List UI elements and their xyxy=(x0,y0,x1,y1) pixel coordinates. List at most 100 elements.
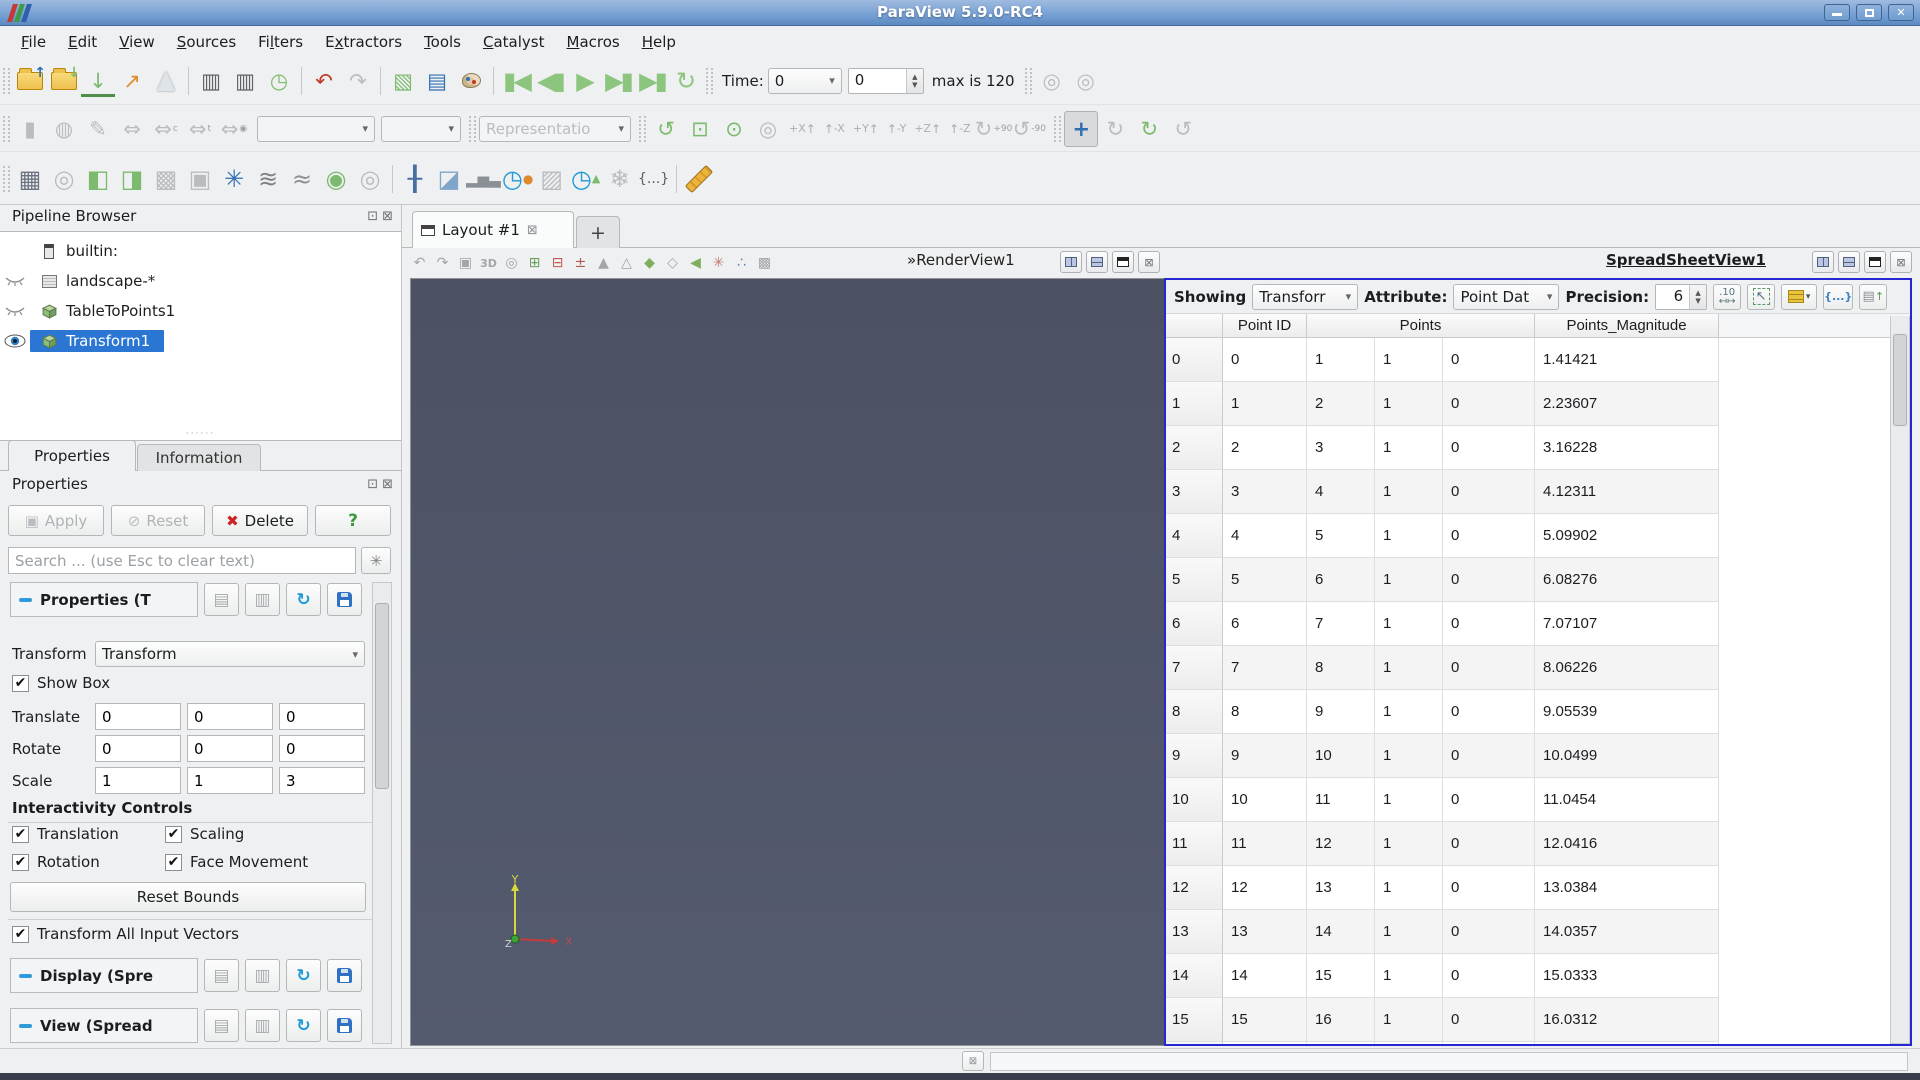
table-cell[interactable]: 6.08276 xyxy=(1535,558,1719,602)
section-properties-header[interactable]: Properties (T xyxy=(10,582,198,617)
scroll-down-icon[interactable] xyxy=(373,1027,391,1043)
table-cell[interactable]: 15.0333 xyxy=(1535,954,1719,998)
scale-z-field[interactable] xyxy=(279,767,365,794)
contour-filter-button[interactable]: ◎ xyxy=(47,158,81,200)
table-cell[interactable]: 9 xyxy=(1223,734,1307,778)
table-cell[interactable]: 0 xyxy=(1443,338,1535,382)
table-cell[interactable]: 0 xyxy=(1443,558,1535,602)
table-cell[interactable]: 0 xyxy=(1443,910,1535,954)
zoom-to-box-button[interactable]: ◎ xyxy=(1035,63,1069,99)
threshold-filter-button[interactable]: ▩ xyxy=(149,158,183,200)
table-cell[interactable]: 0 xyxy=(1443,998,1535,1042)
toggle-column-visibility-button[interactable]: ▾ xyxy=(1781,284,1817,310)
visibility-open-eye-icon[interactable] xyxy=(0,334,30,348)
table-cell[interactable]: 13.0384 xyxy=(1535,866,1719,910)
paste-view-button[interactable]: ▥ xyxy=(245,1009,280,1042)
color-legend-button[interactable]: ◍ xyxy=(47,111,81,147)
save-display-button[interactable] xyxy=(327,959,362,992)
frame-spinbox[interactable]: 0 ▲▼ xyxy=(848,68,924,94)
table-cell[interactable]: 0 xyxy=(1443,646,1535,690)
table-row[interactable]: 556106.08276 xyxy=(1166,558,1910,602)
rescale-data-range-button[interactable]: ⇔ xyxy=(115,111,149,147)
close-view-button[interactable]: ⊠ xyxy=(1890,251,1912,273)
table-cell[interactable]: 14.0357 xyxy=(1535,910,1719,954)
table-cell[interactable]: 1 xyxy=(1375,558,1443,602)
table-cell[interactable]: 0 xyxy=(1443,514,1535,558)
play-button[interactable]: ▶ xyxy=(567,63,601,99)
table-row[interactable]: 1515161016.0312 xyxy=(1166,998,1910,1042)
pipeline-item-landscape[interactable]: landscape-* xyxy=(0,266,401,296)
row-header-cell[interactable]: 1 xyxy=(1166,382,1223,426)
zoom-to-data-camera-button[interactable]: ⊡ xyxy=(683,111,717,147)
table-row[interactable]: 1010111011.0454 xyxy=(1166,778,1910,822)
table-cell[interactable]: 1 xyxy=(1375,866,1443,910)
face-movement-checkbox[interactable]: ✔ xyxy=(165,854,182,871)
table-cell[interactable]: 9.05539 xyxy=(1535,690,1719,734)
row-header-cell[interactable]: 14 xyxy=(1166,954,1223,998)
rotate-y-field[interactable] xyxy=(187,735,273,762)
pipeline-item-transform[interactable]: Transform1 xyxy=(0,326,401,356)
table-cell[interactable]: 1 xyxy=(1375,998,1443,1042)
toggle-selection-button[interactable]: ± xyxy=(569,252,592,274)
maximize-view-button[interactable] xyxy=(1864,251,1886,273)
table-row[interactable]: 1313141014.0357 xyxy=(1166,910,1910,954)
plot-over-line-button[interactable]: ╂ xyxy=(398,158,432,200)
table-cell[interactable]: 1 xyxy=(1375,778,1443,822)
table-row[interactable]: 112102.23607 xyxy=(1166,382,1910,426)
table-row[interactable]: 667107.07107 xyxy=(1166,602,1910,646)
table-cell[interactable]: 15 xyxy=(1307,954,1375,998)
menu-help[interactable]: Help xyxy=(631,29,687,55)
last-frame-button[interactable]: ▶▮ xyxy=(635,63,669,99)
table-cell[interactable]: 12 xyxy=(1307,822,1375,866)
help-button[interactable]: ? xyxy=(315,505,391,536)
translate-z-field[interactable] xyxy=(279,703,365,730)
table-cell[interactable]: 7 xyxy=(1307,602,1375,646)
menu-file[interactable]: File xyxy=(10,29,57,55)
menu-extractors[interactable]: Extractors xyxy=(314,29,413,55)
transform-combo[interactable]: Transform ▾ xyxy=(95,641,365,667)
table-cell[interactable]: 14 xyxy=(1307,910,1375,954)
zoom-to-box-view-button[interactable]: ◎ xyxy=(500,252,523,274)
table-row[interactable]: 1212131013.0384 xyxy=(1166,866,1910,910)
previous-frame-button[interactable]: ◀▮ xyxy=(533,63,567,99)
row-header-cell[interactable]: 8 xyxy=(1166,690,1223,734)
table-cell[interactable]: 1 xyxy=(1375,954,1443,998)
search-options-button[interactable]: ✳ xyxy=(361,547,391,574)
translate-x-field[interactable] xyxy=(95,703,181,730)
menu-filters[interactable]: Filters xyxy=(247,29,314,55)
rotate-z-field[interactable] xyxy=(279,735,365,762)
table-cell[interactable]: 0 xyxy=(1443,734,1535,778)
table-cell[interactable]: 1 xyxy=(1375,602,1443,646)
translate-y-field[interactable] xyxy=(187,703,273,730)
interactive-select-cells-button[interactable]: ✳ xyxy=(707,252,730,274)
add-selection-button[interactable]: ⊞ xyxy=(523,252,546,274)
apply-button[interactable]: ▣Apply xyxy=(8,505,104,536)
toolbar-grip[interactable] xyxy=(469,116,476,142)
rotate-90-cw-button[interactable]: ↻+90 xyxy=(975,111,1013,147)
table-cell[interactable]: 7 xyxy=(1223,646,1307,690)
menu-edit[interactable]: Edit xyxy=(57,29,108,55)
time-combo[interactable]: 0 ▾ xyxy=(768,68,842,94)
temporal-interpolator-button[interactable]: ❄ xyxy=(603,158,637,200)
table-cell[interactable]: 1 xyxy=(1307,338,1375,382)
table-cell[interactable]: 1 xyxy=(1375,382,1443,426)
copy-view-button[interactable]: ▤ xyxy=(204,1009,239,1042)
split-vertical-button[interactable] xyxy=(1086,251,1108,273)
camera-undo-toolbar-button[interactable]: ↺ xyxy=(1166,111,1200,147)
extract-group-button[interactable]: ◎ xyxy=(353,158,387,200)
table-row[interactable]: 001101.41421 xyxy=(1166,338,1910,382)
table-cell[interactable]: 1 xyxy=(1375,646,1443,690)
hover-cells-button[interactable]: ▩ xyxy=(753,252,776,274)
table-cell[interactable]: 1 xyxy=(1375,426,1443,470)
table-cell[interactable]: 0 xyxy=(1223,338,1307,382)
column-header-points[interactable]: Points xyxy=(1307,314,1535,338)
minimize-button[interactable] xyxy=(1824,4,1850,21)
table-cell[interactable]: 4 xyxy=(1307,470,1375,514)
table-cell[interactable]: 0 xyxy=(1443,778,1535,822)
table-cell[interactable]: 7.07107 xyxy=(1535,602,1719,646)
spreadsheet-scrollbar[interactable] xyxy=(1890,316,1910,1044)
load-state-button[interactable]: ↓ xyxy=(47,63,81,99)
table-cell[interactable]: 13 xyxy=(1223,910,1307,954)
table-cell[interactable]: 6 xyxy=(1307,558,1375,602)
menu-macros[interactable]: Macros xyxy=(556,29,631,55)
